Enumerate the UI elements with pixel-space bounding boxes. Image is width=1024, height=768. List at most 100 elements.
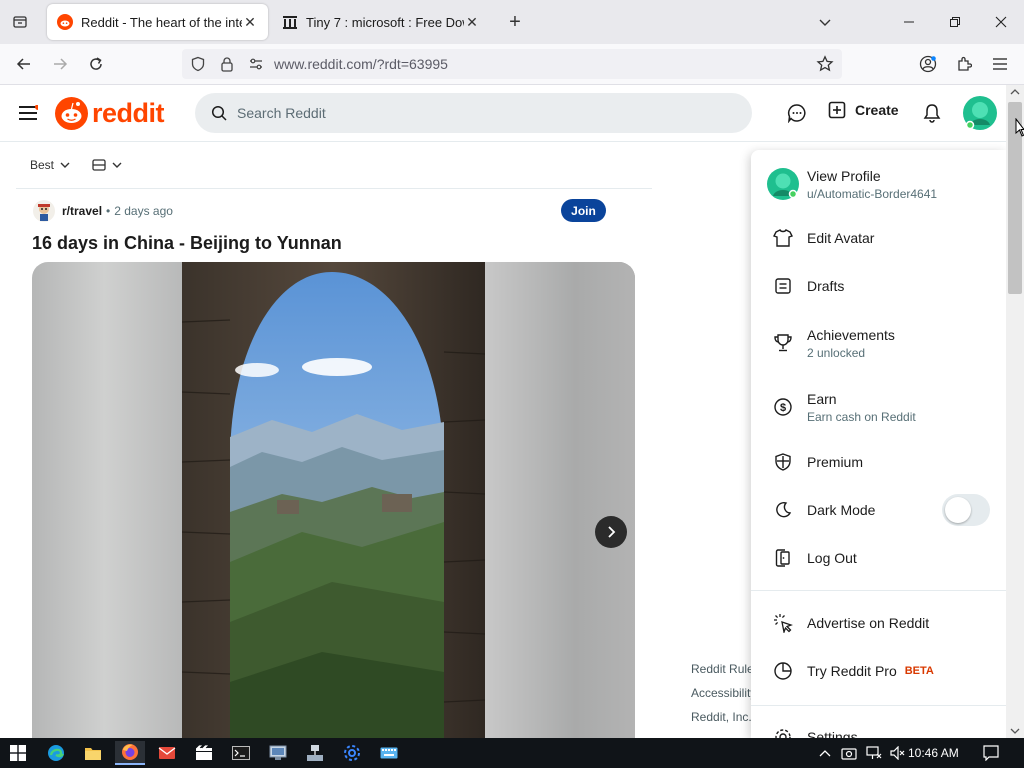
mail-app-icon[interactable] [152, 741, 182, 765]
footer-link[interactable]: Reddit Rules [691, 657, 760, 681]
divider [16, 188, 652, 189]
search-input[interactable] [237, 105, 717, 121]
notifications-icon[interactable] [978, 741, 1004, 765]
tab-title: Reddit - The heart of the internet [81, 14, 242, 30]
close-tab-icon[interactable]: ✕ [242, 14, 258, 30]
new-tab-icon[interactable]: + [500, 7, 530, 37]
restore-icon[interactable] [940, 7, 970, 37]
sort-label: Best [30, 158, 55, 172]
windows-taskbar: 10:46 AM [0, 738, 1024, 768]
advertise-item[interactable]: Advertise on Reddit [751, 611, 1006, 635]
view-profile-item[interactable]: View Profile u/Automatic-Border4641 [751, 164, 1006, 204]
view-dropdown[interactable] [92, 158, 122, 172]
account-icon[interactable] [913, 49, 943, 79]
post-meta: r/travel • 2 days ago [32, 198, 173, 224]
post-title[interactable]: 16 days in China - Beijing to Yunnan [32, 233, 342, 254]
log-out-item[interactable]: Log Out [751, 546, 1006, 570]
card-view-icon [92, 158, 106, 172]
forward-icon[interactable] [45, 49, 75, 79]
close-window-icon[interactable] [986, 7, 1016, 37]
network-app-icon[interactable] [300, 741, 330, 765]
subreddit-avatar-icon[interactable] [32, 199, 56, 223]
url-text[interactable]: www.reddit.com/?rdt=63995 [274, 56, 448, 72]
tab-reddit[interactable]: Reddit - The heart of the internet ✕ [47, 4, 268, 40]
footer-link[interactable]: Reddit, Inc. [691, 705, 760, 729]
reload-icon[interactable] [81, 49, 111, 79]
search-box[interactable] [195, 93, 752, 133]
network-tray-icon[interactable] [861, 741, 887, 765]
scroll-up-icon[interactable] [1010, 89, 1020, 95]
edit-avatar-item[interactable]: Edit Avatar [751, 226, 1006, 250]
tab-list-icon[interactable] [5, 7, 35, 37]
username-label: u/Automatic-Border4641 [807, 186, 938, 201]
dark-mode-toggle[interactable] [942, 494, 990, 526]
chevron-down-icon[interactable] [810, 7, 840, 37]
post-media[interactable] [32, 262, 635, 742]
settings-label: Settings [807, 729, 858, 738]
sort-dropdown[interactable]: Best [30, 158, 70, 172]
next-image-button[interactable] [595, 516, 627, 548]
browser-nav-bar: www.reddit.com/?rdt=63995 [0, 44, 1024, 85]
premium-label: Premium [807, 454, 864, 470]
moon-icon [771, 498, 795, 522]
avatar[interactable] [962, 95, 998, 131]
snoo-logo-icon [55, 97, 88, 130]
earn-item[interactable]: $ Earn Earn cash on Reddit [751, 388, 1006, 426]
create-button[interactable]: Create [828, 101, 899, 119]
svg-text:$: $ [780, 402, 786, 414]
join-button[interactable]: Join [561, 199, 606, 222]
url-bar[interactable]: www.reddit.com/?rdt=63995 [182, 49, 842, 79]
tracking-protection-icon[interactable] [190, 56, 206, 72]
control-panel-icon[interactable] [263, 741, 293, 765]
minimize-icon[interactable] [894, 7, 924, 37]
reddit-pro-item[interactable]: Try Reddit Pro BETA [751, 659, 1006, 683]
archive-favicon-icon [282, 14, 298, 30]
windows-start-icon[interactable] [3, 741, 33, 765]
keyboard-icon[interactable] [374, 741, 404, 765]
bookmark-star-icon[interactable] [816, 55, 834, 73]
chat-icon[interactable] [781, 97, 813, 129]
drafts-icon [771, 274, 795, 298]
tab-archive[interactable]: Tiny 7 : microsoft : Free Download ✕ [272, 4, 490, 40]
beta-badge: BETA [904, 665, 934, 677]
media-app-icon[interactable] [189, 741, 219, 765]
subreddit-link[interactable]: r/travel [62, 204, 102, 218]
lock-icon[interactable] [220, 56, 234, 72]
dark-mode-item[interactable]: Dark Mode [751, 494, 1006, 526]
mouse-cursor-icon [1015, 118, 1024, 138]
settings-item[interactable]: Settings [751, 725, 1006, 738]
achievements-label: Achievements [807, 326, 895, 343]
extensions-icon[interactable] [949, 49, 979, 79]
chevron-down-icon [112, 160, 122, 170]
file-explorer-icon[interactable] [78, 741, 108, 765]
reddit-logo[interactable]: reddit [55, 97, 165, 130]
edge-icon[interactable] [41, 741, 71, 765]
system-clock[interactable]: 10:46 AM [908, 738, 959, 768]
drafts-item[interactable]: Drafts [751, 274, 1006, 298]
reddit-header: reddit Create [0, 85, 1006, 142]
hamburger-menu-icon[interactable] [985, 49, 1015, 79]
achievements-item[interactable]: Achievements 2 unlocked [751, 324, 1006, 362]
view-profile-label: View Profile [807, 167, 881, 184]
footer-link[interactable]: Accessibility [691, 681, 760, 705]
shirt-icon [771, 226, 795, 250]
cursor-click-icon [771, 611, 795, 635]
log-out-label: Log Out [807, 550, 857, 566]
gear-icon [771, 725, 795, 738]
post-photo[interactable] [182, 262, 485, 742]
bell-icon[interactable] [916, 97, 948, 129]
scroll-down-icon[interactable] [1010, 728, 1020, 734]
tab-title: Tiny 7 : microsoft : Free Download [306, 14, 464, 30]
command-prompt-icon[interactable] [226, 741, 256, 765]
back-icon[interactable] [9, 49, 39, 79]
close-tab-icon[interactable]: ✕ [464, 14, 480, 30]
menu-icon[interactable] [12, 97, 44, 129]
chevron-right-icon [605, 526, 617, 538]
gear-app-icon[interactable] [337, 741, 367, 765]
camera-tray-icon[interactable] [836, 741, 862, 765]
permissions-icon[interactable] [248, 56, 264, 72]
show-hidden-icons-icon[interactable] [812, 741, 838, 765]
meta-separator: • [106, 204, 111, 218]
premium-item[interactable]: Premium [751, 450, 1006, 474]
firefox-icon[interactable] [115, 741, 145, 765]
